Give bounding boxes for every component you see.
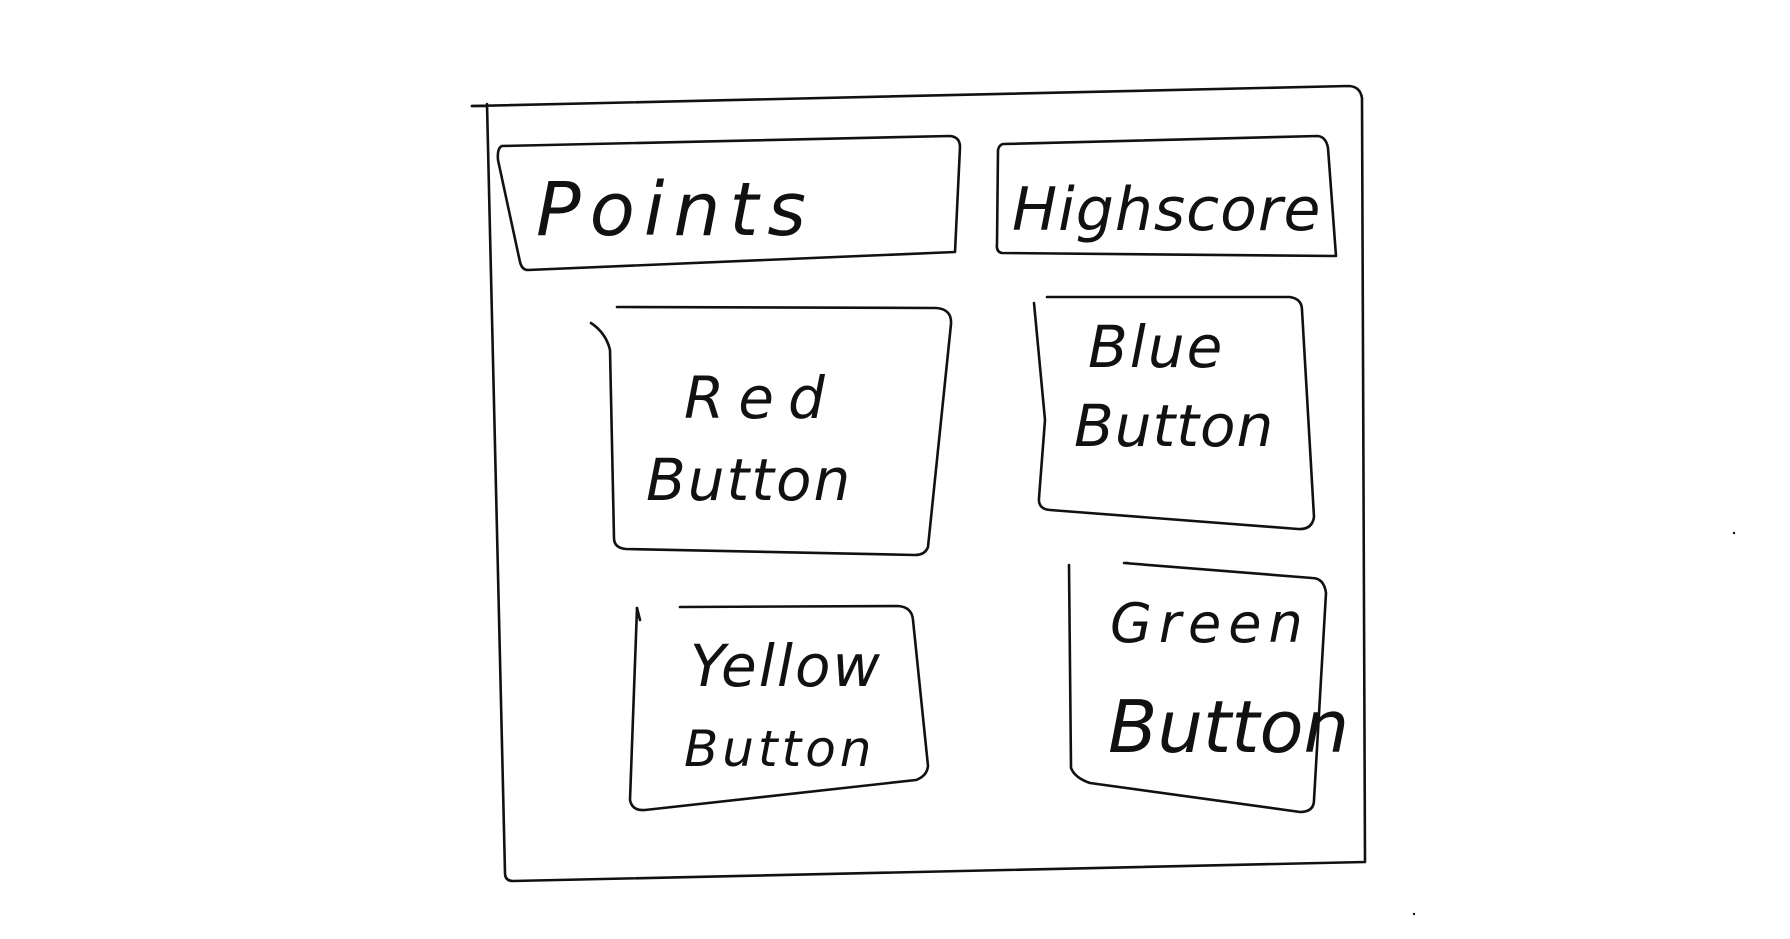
- stray-dot: [1732, 531, 1736, 535]
- green-button-hitarea[interactable]: [1066, 560, 1330, 814]
- red-button-hitarea[interactable]: [592, 305, 954, 557]
- highscore-label: Highscore: [1012, 175, 1321, 245]
- green-button[interactable]: Green Button: [1066, 560, 1349, 814]
- highscore-display: Highscore: [995, 134, 1338, 258]
- points-display: Points: [496, 134, 962, 272]
- blue-button-hitarea[interactable]: [1032, 294, 1316, 532]
- yellow-button[interactable]: Yellow Button: [628, 603, 932, 813]
- blue-button[interactable]: Blue Button: [1032, 294, 1316, 532]
- points-label: Points: [536, 167, 815, 253]
- wireframe-sketch: Points Highscore Red Button Blue Button …: [470, 84, 1736, 916]
- stray-dot: [1412, 912, 1416, 916]
- red-button[interactable]: Red Button: [589, 305, 954, 557]
- yellow-button-hitarea[interactable]: [628, 603, 932, 813]
